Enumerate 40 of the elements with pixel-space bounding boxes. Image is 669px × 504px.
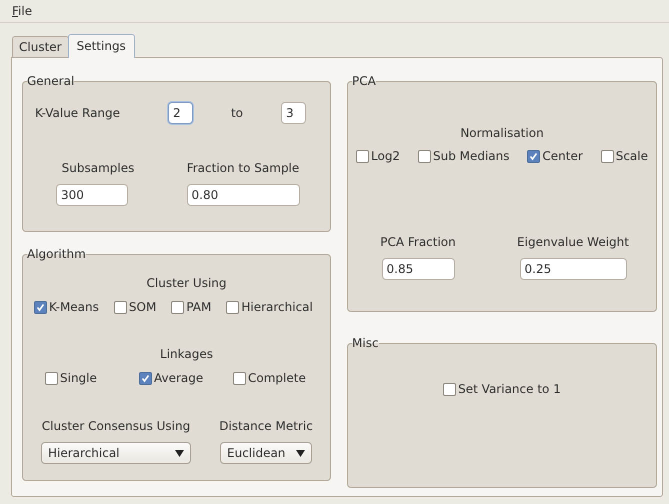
input-field[interactable]: 3 xyxy=(281,102,306,124)
checkbox[interactable]: Set Variance to 1 xyxy=(443,382,561,396)
field-label: PCA Fraction xyxy=(380,235,456,250)
checkbox[interactable]: K-Means xyxy=(34,300,99,314)
checkbox[interactable]: Log2 xyxy=(356,149,400,163)
field-label: Fraction to Sample xyxy=(186,161,300,176)
menu-item[interactable]: File xyxy=(8,2,36,20)
group-title: Misc xyxy=(352,336,379,350)
section-label: Cluster Using xyxy=(146,276,226,291)
input-field[interactable]: 0.85 xyxy=(382,258,454,280)
checkbox[interactable]: Center xyxy=(527,149,583,163)
section-label: Normalisation xyxy=(460,126,544,141)
checkbox[interactable]: Complete xyxy=(233,371,306,385)
checkbox[interactable]: Average xyxy=(139,371,204,385)
section-label: Linkages xyxy=(160,347,213,362)
group-title: General xyxy=(27,74,74,88)
checkbox[interactable]: Single xyxy=(45,371,97,385)
field-label: Distance Metric xyxy=(219,419,313,434)
field-label: Eigenvalue Weight xyxy=(517,235,629,250)
dropdown-arrow-icon xyxy=(296,450,305,456)
input-field[interactable]: 300 xyxy=(56,184,128,206)
group-title: PCA xyxy=(352,74,376,88)
checkbox[interactable]: PAM xyxy=(171,300,212,314)
dropdown[interactable]: Euclidean xyxy=(220,442,312,464)
field-label: K-Value Range xyxy=(35,106,122,120)
field-label: Subsamples xyxy=(62,161,134,176)
group-title: Algorithm xyxy=(27,247,86,261)
field-label: Cluster Consensus Using xyxy=(42,419,190,434)
checkbox[interactable]: Hierarchical xyxy=(226,300,313,314)
dropdown[interactable]: Hierarchical xyxy=(41,442,191,464)
checkbox[interactable]: Sub Medians xyxy=(418,149,510,163)
dropdown-arrow-icon xyxy=(175,450,184,456)
input-field[interactable]: 0.25 xyxy=(520,258,626,280)
range-label: to xyxy=(230,106,244,120)
checkbox[interactable]: Scale xyxy=(600,149,648,163)
input-field[interactable]: 2 xyxy=(168,102,193,124)
tab[interactable]: Settings xyxy=(68,34,135,58)
checkbox[interactable]: SOM xyxy=(114,300,156,314)
input-field[interactable]: 0.80 xyxy=(186,184,300,206)
tab[interactable]: Cluster xyxy=(12,36,69,57)
